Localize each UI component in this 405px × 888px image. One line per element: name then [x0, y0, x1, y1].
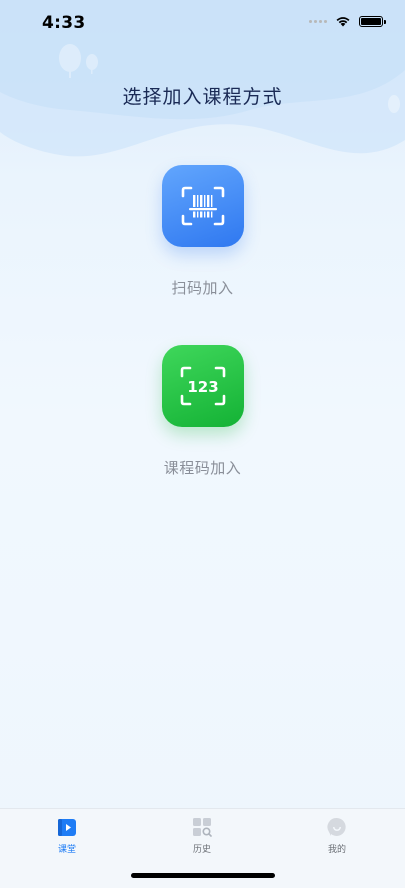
cellular-signal-icon — [309, 19, 327, 23]
profile-icon — [327, 817, 346, 836]
scan-join-button[interactable] — [161, 165, 244, 247]
tab-history[interactable]: 历史 — [162, 817, 242, 855]
status-bar: 4:33 — [0, 0, 405, 46]
scan-join-option[interactable]: 扫码加入 — [0, 165, 405, 298]
course-code-join-button[interactable]: 123 — [161, 345, 244, 427]
wifi-icon — [336, 17, 350, 27]
tab-profile[interactable]: 我的 — [297, 817, 377, 855]
course-code-icon-text: 123 — [187, 378, 218, 396]
tab-label-classroom: 课堂 — [57, 845, 76, 855]
tab-label-history: 历史 — [192, 845, 211, 855]
course-code-join-option[interactable]: 123 课程码加入 — [0, 345, 405, 478]
course-code-join-label[interactable]: 课程码加入 — [164, 457, 242, 478]
barcode-scan-icon — [181, 186, 224, 226]
page-title: 选择加入课程方式 — [122, 86, 283, 108]
tab-classroom[interactable]: 课堂 — [27, 817, 107, 855]
history-icon — [193, 818, 212, 837]
course-code-icon: 123 — [180, 366, 225, 406]
battery-icon — [359, 15, 386, 27]
scan-join-label[interactable]: 扫码加入 — [171, 277, 233, 298]
status-time: 4:33 — [42, 13, 86, 33]
status-icons — [309, 15, 386, 27]
home-indicator — [131, 873, 275, 878]
tab-label-profile: 我的 — [327, 845, 346, 855]
classroom-icon — [58, 819, 76, 836]
